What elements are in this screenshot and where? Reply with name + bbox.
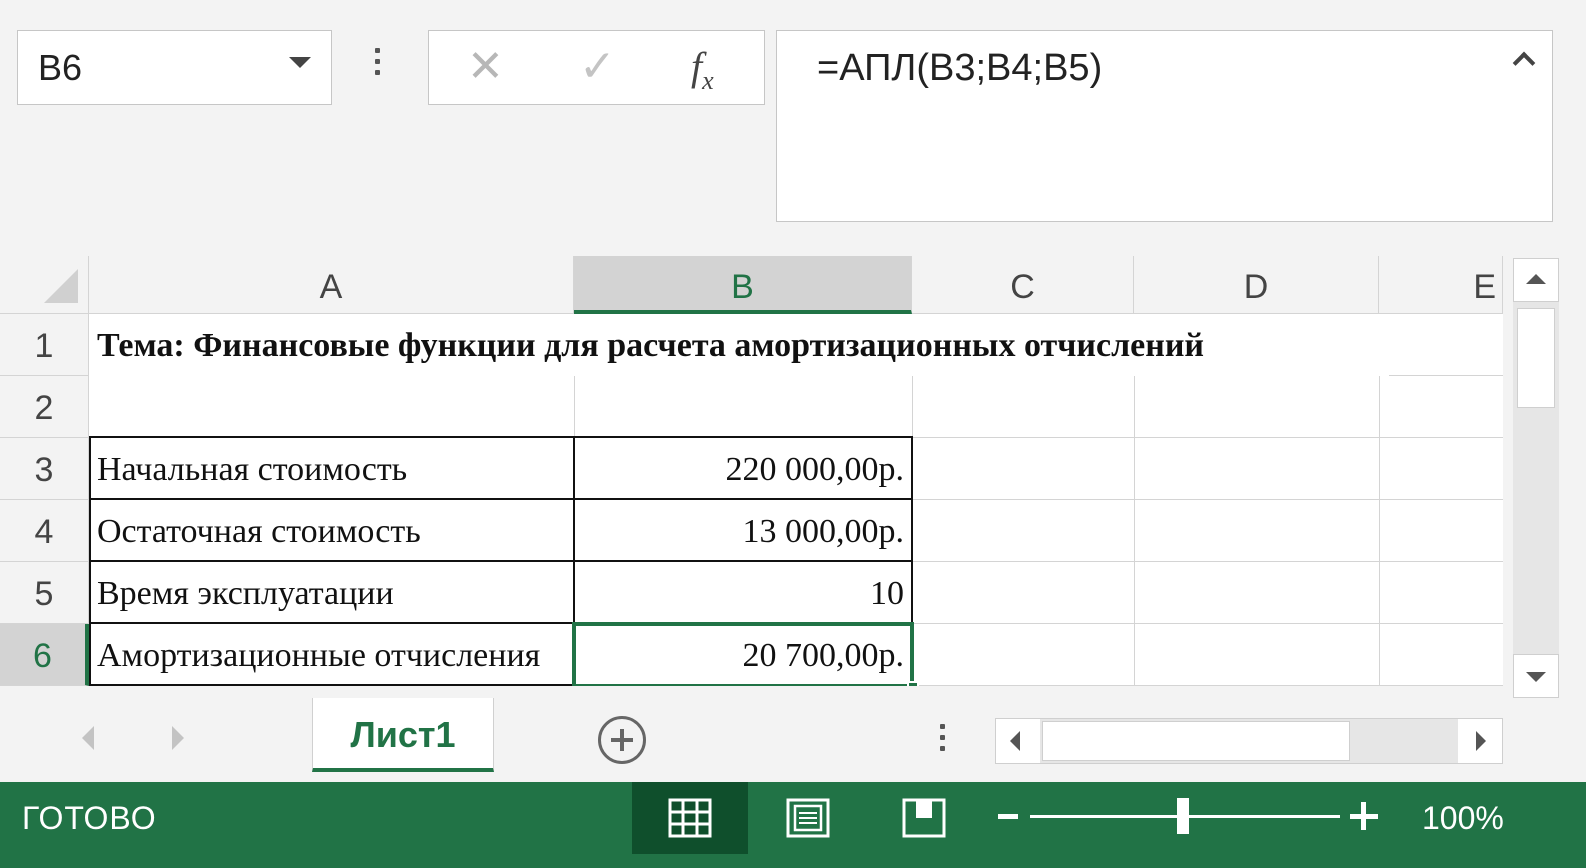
function-icon[interactable]: fx xyxy=(691,41,714,107)
column-header-e[interactable]: E xyxy=(1379,256,1503,314)
scroll-down-button[interactable] xyxy=(1513,654,1559,698)
add-sheet-icon[interactable] xyxy=(598,716,646,764)
cell-b3[interactable]: 220 000,00р. xyxy=(574,438,912,500)
status-text: ГОТОВО xyxy=(22,800,157,836)
formula-input[interactable]: =АПЛ(B3;B4;B5) xyxy=(776,30,1553,222)
row-header-2[interactable]: 2 xyxy=(0,376,89,438)
column-header-a[interactable]: A xyxy=(89,256,574,314)
scroll-right-button[interactable] xyxy=(1458,719,1502,763)
cell-a1[interactable]: Тема: Финансовые функции для расчета амо… xyxy=(89,314,1389,376)
active-cell-selection xyxy=(572,622,914,686)
scroll-down-icon xyxy=(1526,672,1546,682)
row-header-5[interactable]: 5 xyxy=(0,562,89,624)
horizontal-scroll-thumb[interactable] xyxy=(1042,721,1350,761)
row-header-4[interactable]: 4 xyxy=(0,500,89,562)
row-header-1[interactable]: 1 xyxy=(0,314,89,376)
name-box-value: B6 xyxy=(38,47,83,88)
horizontal-scrollbar[interactable] xyxy=(995,718,1503,764)
collapse-icon[interactable] xyxy=(1512,51,1536,75)
cell-a4[interactable]: Остаточная стоимость xyxy=(89,500,574,562)
formula-buttons: ✕ ✓ fx xyxy=(428,30,765,105)
row-header-6[interactable]: 6 xyxy=(0,624,89,686)
vertical-scroll-thumb[interactable] xyxy=(1517,308,1555,408)
tab-scroll-left-icon[interactable] xyxy=(82,726,94,750)
normal-view-button[interactable] xyxy=(632,782,748,854)
sheet-tab-bar: Лист1 xyxy=(0,698,1586,782)
page-break-icon[interactable] xyxy=(902,798,946,838)
page-layout-icon[interactable] xyxy=(786,798,830,838)
vertical-scrollbar[interactable] xyxy=(1513,258,1559,698)
scroll-left-button[interactable] xyxy=(996,719,1040,763)
zoom-slider-thumb[interactable] xyxy=(1177,798,1189,834)
cancel-icon[interactable]: ✕ xyxy=(467,41,504,93)
status-bar: ГОТОВО 100% xyxy=(0,782,1586,868)
enter-icon[interactable]: ✓ xyxy=(579,41,616,93)
tab-scroll-right-icon[interactable] xyxy=(172,726,184,750)
scroll-up-icon xyxy=(1526,274,1546,284)
cell-a3[interactable]: Начальная стоимость xyxy=(89,438,574,500)
name-box[interactable]: B6 xyxy=(17,30,332,105)
normal-view-icon xyxy=(668,798,712,838)
select-all-button[interactable] xyxy=(0,256,89,314)
cell-b4[interactable]: 13 000,00р. xyxy=(574,500,912,562)
tab-sheet1[interactable]: Лист1 xyxy=(312,698,494,772)
scroll-up-button[interactable] xyxy=(1513,258,1559,302)
fill-handle[interactable] xyxy=(907,681,919,686)
row-header-3[interactable]: 3 xyxy=(0,438,89,500)
column-header-c[interactable]: C xyxy=(912,256,1134,314)
zoom-out-button[interactable] xyxy=(998,814,1018,819)
formula-text: =АПЛ(B3;B4;B5) xyxy=(817,47,1103,89)
cell-a5[interactable]: Время эксплуатации xyxy=(89,562,574,624)
select-all-icon xyxy=(44,269,78,303)
column-header-b[interactable]: B xyxy=(574,256,912,314)
column-header-d[interactable]: D xyxy=(1134,256,1379,314)
worksheet-grid[interactable]: Тема: Финансовые функции для расчета амо… xyxy=(89,314,1503,686)
zoom-level[interactable]: 100% xyxy=(1422,800,1504,837)
scroll-left-icon xyxy=(1010,731,1020,751)
more-vertical-icon[interactable] xyxy=(375,48,381,81)
chevron-down-icon[interactable] xyxy=(289,57,311,68)
scroll-right-icon xyxy=(1476,731,1486,751)
more-vertical-icon[interactable] xyxy=(940,724,946,757)
zoom-in-button-vertical[interactable] xyxy=(1361,802,1366,830)
cell-a6[interactable]: Амортизационные отчисления xyxy=(89,624,574,686)
cell-b5[interactable]: 10 xyxy=(574,562,912,624)
